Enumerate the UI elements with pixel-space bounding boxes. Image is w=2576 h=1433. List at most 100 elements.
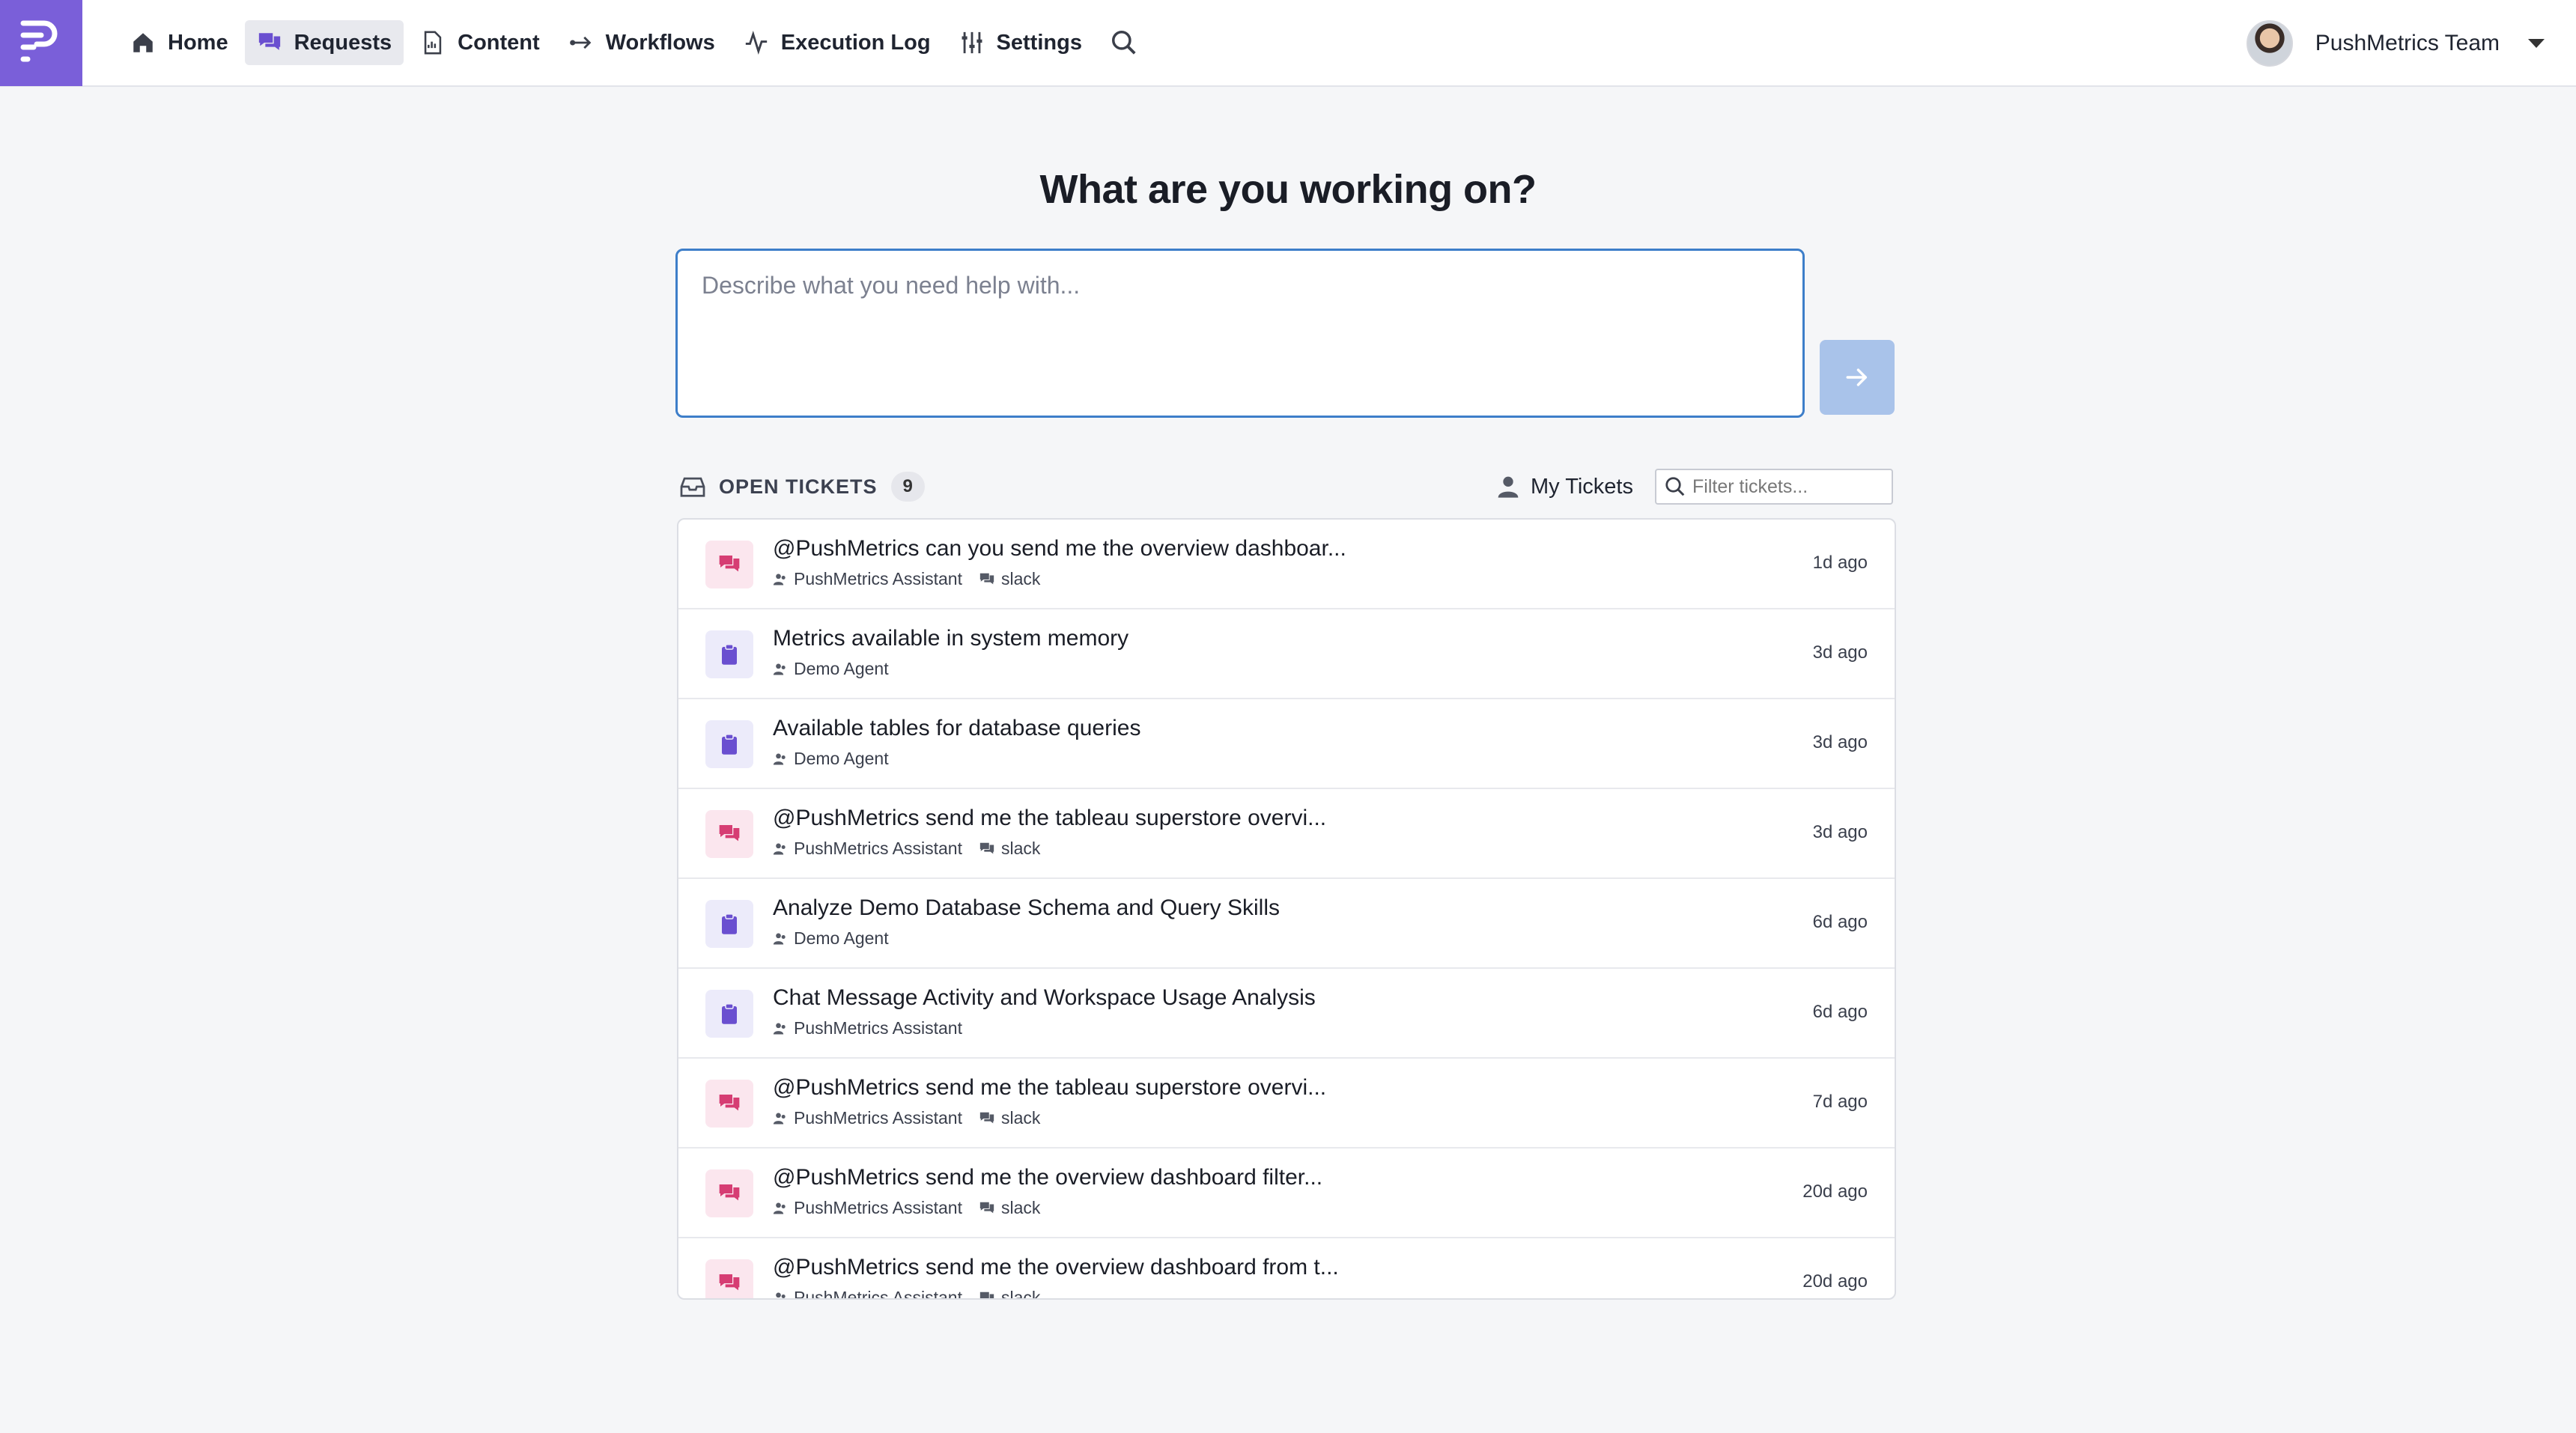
ticket-agent: PushMetrics Assistant	[773, 1108, 962, 1128]
ticket-meta: PushMetrics Assistant slack	[773, 1198, 1040, 1218]
clipboard-icon	[722, 913, 737, 934]
ticket-title: @PushMetrics send me the overview dashbo…	[773, 1255, 1339, 1280]
ticket-agent: PushMetrics Assistant	[773, 569, 962, 589]
logo-icon	[20, 20, 58, 62]
ticket-type-icon	[705, 810, 753, 858]
ticket-time: 6d ago	[1812, 912, 1868, 932]
ticket-row[interactable]: @PushMetrics can you send me the overvie…	[678, 520, 1895, 609]
nav-execution-log[interactable]: Execution Log	[732, 20, 943, 65]
slack-chat-icon	[979, 1291, 994, 1298]
ticket-type-icon	[705, 1259, 753, 1298]
document-icon	[424, 31, 442, 55]
send-button[interactable]	[1820, 340, 1895, 415]
nav-content[interactable]: Content	[408, 20, 552, 65]
agent-icon	[773, 1023, 786, 1034]
ticket-source: slack	[979, 1108, 1040, 1128]
ticket-type-icon	[705, 900, 753, 948]
ticket-agent-label: PushMetrics Assistant	[794, 839, 962, 858]
nav-home[interactable]: Home	[118, 20, 240, 65]
inbox-icon	[680, 477, 705, 497]
ticket-title: Analyze Demo Database Schema and Query S…	[773, 895, 1280, 920]
ticket-source-label: slack	[1000, 839, 1041, 858]
my-tickets-label: My Tickets	[1531, 474, 1633, 499]
arrow-right-icon	[1846, 368, 1868, 386]
search-icon	[1111, 31, 1136, 55]
user-icon	[1498, 476, 1519, 498]
sliders-icon	[962, 31, 982, 54]
ticket-title: Metrics available in system memory	[773, 626, 1129, 651]
ticket-row[interactable]: Metrics available in system memory Demo A…	[678, 609, 1895, 699]
ticket-meta: PushMetrics Assistant slack	[773, 1288, 1041, 1300]
workflow-icon	[569, 36, 591, 49]
ticket-title: Available tables for database queries	[773, 716, 1141, 740]
ticket-time: 1d ago	[1812, 553, 1868, 573]
ticket-agent: PushMetrics Assistant	[773, 1288, 962, 1300]
clipboard-icon	[722, 1003, 737, 1024]
filter-tickets-input[interactable]	[1692, 475, 1872, 498]
home-icon	[133, 33, 153, 52]
ticket-time: 20d ago	[1802, 1181, 1868, 1202]
ticket-agent-label: PushMetrics Assistant	[794, 1288, 962, 1300]
open-tickets-heading: OPEN TICKETS 9	[680, 469, 925, 505]
chat-icon	[719, 1274, 740, 1291]
ticket-source-label: slack	[1000, 1288, 1041, 1300]
ticket-time: 3d ago	[1812, 822, 1868, 842]
ticket-row[interactable]: Available tables for database queries Dem…	[678, 699, 1895, 789]
ticket-title: Chat Message Activity and Workspace Usag…	[773, 985, 1316, 1010]
main-nav: Home Requests Content Workflows Executio…	[118, 0, 1145, 85]
ticket-time: 7d ago	[1812, 1092, 1868, 1112]
ticket-source-label: slack	[1000, 569, 1041, 588]
ticket-agent-label: PushMetrics Assistant	[794, 1108, 962, 1128]
nav-settings-label: Settings	[996, 30, 1082, 55]
nav-requests[interactable]: Requests	[244, 20, 404, 65]
chevron-down-icon	[2528, 39, 2545, 48]
pushmetrics-logo[interactable]	[0, 0, 82, 86]
ticket-type-icon	[705, 720, 753, 768]
slack-chat-icon	[979, 842, 994, 854]
slack-chat-icon	[979, 1112, 994, 1123]
ticket-source: slack	[979, 1288, 1041, 1300]
ticket-time: 20d ago	[1802, 1271, 1868, 1291]
ticket-time: 6d ago	[1812, 1002, 1868, 1022]
ticket-meta: PushMetrics Assistant slack	[773, 569, 1040, 589]
ticket-row[interactable]: @PushMetrics send me the tableau superst…	[678, 1059, 1895, 1148]
my-tickets-toggle[interactable]: My Tickets	[1496, 469, 1633, 505]
ticket-agent: Demo Agent	[773, 659, 889, 679]
ticket-type-icon	[705, 1080, 753, 1128]
ticket-row[interactable]: Analyze Demo Database Schema and Query S…	[678, 879, 1895, 969]
ticket-row[interactable]: @PushMetrics send me the tableau superst…	[678, 789, 1895, 879]
ticket-agent-label: Demo Agent	[794, 659, 889, 678]
top-navigation: Home Requests Content Workflows Executio…	[0, 0, 2576, 87]
request-input[interactable]	[675, 249, 1805, 418]
user-menu[interactable]: PushMetrics Team	[2246, 0, 2545, 87]
slack-chat-icon	[979, 1202, 994, 1213]
search-button[interactable]	[1103, 22, 1145, 64]
ticket-time: 3d ago	[1812, 642, 1868, 663]
agent-icon	[776, 1292, 786, 1298]
chat-icon	[719, 1095, 740, 1111]
ticket-row[interactable]: Chat Message Activity and Workspace Usag…	[678, 969, 1895, 1059]
ticket-meta: PushMetrics Assistant	[773, 1018, 962, 1038]
ticket-meta: Demo Agent	[773, 659, 889, 679]
filter-tickets[interactable]	[1655, 469, 1893, 505]
ticket-type-icon	[705, 541, 753, 588]
ticket-title: @PushMetrics can you send me the overvie…	[773, 536, 1346, 561]
nav-workflows[interactable]: Workflows	[556, 20, 727, 65]
nav-workflows-label: Workflows	[605, 30, 715, 55]
ticket-agent: PushMetrics Assistant	[773, 1198, 962, 1218]
ticket-source-label: slack	[1000, 1108, 1041, 1128]
tickets-header: OPEN TICKETS 9 My Tickets	[680, 469, 1893, 505]
chat-icon	[719, 1184, 740, 1201]
ticket-agent: Demo Agent	[773, 749, 889, 769]
nav-home-label: Home	[168, 30, 228, 55]
nav-settings[interactable]: Settings	[947, 20, 1094, 65]
ticket-list: @PushMetrics can you send me the overvie…	[677, 518, 1896, 1300]
ticket-count-badge: 9	[890, 472, 925, 502]
ticket-row[interactable]: @PushMetrics send me the overview dashbo…	[678, 1148, 1895, 1238]
ticket-row[interactable]: @PushMetrics send me the overview dashbo…	[678, 1238, 1895, 1300]
ticket-agent: PushMetrics Assistant	[773, 1018, 962, 1038]
chat-icon	[719, 825, 740, 842]
ticket-meta: Demo Agent	[773, 928, 889, 949]
slack-chat-icon	[979, 573, 994, 584]
avatar	[2246, 20, 2293, 67]
